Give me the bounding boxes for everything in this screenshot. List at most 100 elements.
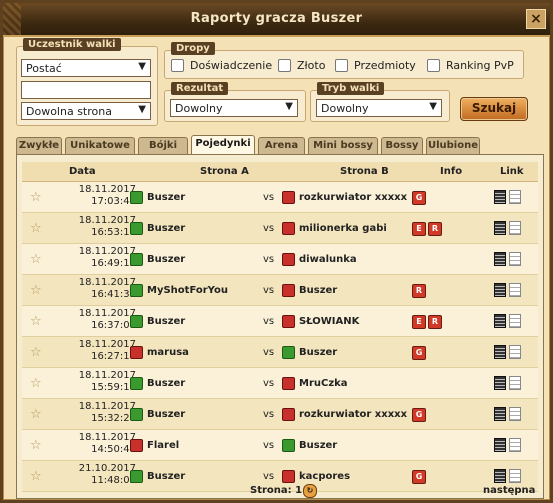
report-document-icon[interactable] (509, 407, 521, 421)
drop-gold-checkbox[interactable]: Złoto (278, 59, 325, 72)
tab-unique[interactable]: Unikatowe (65, 137, 135, 154)
checkbox-box (427, 59, 440, 72)
favorite-star-icon[interactable]: ☆ (30, 221, 42, 236)
report-document-icon[interactable] (509, 190, 521, 204)
next-page-link[interactable]: następna (483, 485, 535, 496)
side-b-cell[interactable]: rozkurwiator xxxxx (282, 408, 407, 421)
table-row: ☆ 18.11.2017 16:53:16 Buszer vs milionerka ga… (22, 213, 538, 244)
participant-type-select[interactable]: Postać ▼ (21, 59, 151, 77)
tab-brawls[interactable]: Bójki (138, 137, 188, 154)
side-b-cell[interactable]: SŁOWIANK (282, 315, 359, 328)
drops-legend: Dropy (171, 42, 215, 55)
tab-bosses[interactable]: Bossy (381, 137, 423, 154)
vs-label: vs (263, 471, 275, 482)
drop-badge: G (412, 191, 426, 205)
participant-legend: Uczestnik walki (23, 38, 121, 51)
side-b-cell[interactable]: kacpores (282, 470, 350, 483)
character-icon (282, 408, 295, 421)
checkbox-box (171, 59, 184, 72)
info-cell: ER (412, 222, 444, 236)
favorite-star-icon[interactable]: ☆ (30, 252, 42, 267)
side-a-cell[interactable]: Buszer (130, 377, 185, 390)
report-document-icon[interactable] (509, 283, 521, 297)
side-b-cell[interactable]: diwalunka (282, 253, 357, 266)
refresh-icon[interactable]: ↻ (303, 484, 317, 498)
side-b-cell[interactable]: milionerka gabi (282, 222, 387, 235)
film-replay-icon[interactable] (494, 283, 506, 297)
report-document-icon[interactable] (509, 314, 521, 328)
participant-side-select[interactable]: Dowolna strona ▼ (21, 102, 151, 120)
report-document-icon[interactable] (509, 469, 521, 483)
film-replay-icon[interactable] (494, 221, 506, 235)
header-side-b: Strona B (340, 166, 389, 177)
side-a-cell[interactable]: Buszer (130, 408, 185, 421)
side-a-cell[interactable]: Buszer (130, 191, 185, 204)
side-a-cell[interactable]: MyShotForYou (130, 284, 228, 297)
search-button[interactable]: Szukaj (460, 97, 528, 121)
film-replay-icon[interactable] (494, 190, 506, 204)
report-document-icon[interactable] (509, 345, 521, 359)
tab-duels[interactable]: Pojedynki (191, 135, 255, 155)
favorite-star-icon[interactable]: ☆ (30, 469, 42, 484)
tab-arena[interactable]: Arena (258, 137, 305, 154)
side-a-cell[interactable]: Buszer (130, 470, 185, 483)
checkbox-box (278, 59, 291, 72)
film-replay-icon[interactable] (494, 407, 506, 421)
drop-ranking-label: Ranking PvP (446, 59, 514, 72)
drop-ranking-checkbox[interactable]: Ranking PvP (427, 59, 514, 72)
side-b-cell[interactable]: Buszer (282, 284, 337, 297)
info-cell: ER (412, 315, 444, 329)
report-document-icon[interactable] (509, 438, 521, 452)
drop-badge: G (412, 408, 426, 422)
favorite-star-icon[interactable]: ☆ (30, 190, 42, 205)
report-document-icon[interactable] (509, 221, 521, 235)
side-a-cell[interactable]: marusa (130, 346, 189, 359)
report-document-icon[interactable] (509, 376, 521, 390)
side-a-cell[interactable]: Buszer (130, 222, 185, 235)
vs-label: vs (263, 192, 275, 203)
table-row: ☆ 18.11.2017 14:50:44 Flarel vs Buszer (22, 430, 538, 461)
favorite-star-icon[interactable]: ☆ (30, 376, 42, 391)
character-icon (130, 222, 143, 235)
tab-mini-bosses[interactable]: Mini bossy (308, 137, 378, 154)
film-replay-icon[interactable] (494, 469, 506, 483)
film-replay-icon[interactable] (494, 314, 506, 328)
date-cell: 21.10.2017 11:48:02 (46, 463, 136, 487)
side-a-cell[interactable]: Flarel (130, 439, 179, 452)
side-b-cell[interactable]: Buszer (282, 346, 337, 359)
date-cell: 18.11.2017 15:32:28 (46, 401, 136, 425)
side-b-name: Buszer (299, 347, 338, 358)
side-a-name: marusa (147, 347, 189, 358)
date-value: 18.11.2017 (78, 246, 136, 257)
film-replay-icon[interactable] (494, 252, 506, 266)
film-replay-icon[interactable] (494, 438, 506, 452)
time-value: 15:59:16 (91, 382, 136, 393)
character-icon (282, 346, 295, 359)
favorite-star-icon[interactable]: ☆ (30, 438, 42, 453)
tab-favorites[interactable]: Ulubione (426, 137, 480, 154)
favorite-star-icon[interactable]: ☆ (30, 345, 42, 360)
result-select[interactable]: Dowolny ▼ (170, 99, 298, 117)
time-value: 16:53:16 (91, 227, 136, 238)
favorite-star-icon[interactable]: ☆ (30, 283, 42, 298)
close-button[interactable]: × (526, 9, 546, 29)
favorite-star-icon[interactable]: ☆ (30, 314, 42, 329)
side-b-cell[interactable]: rozkurwiator xxxxx (282, 191, 407, 204)
drop-experience-checkbox[interactable]: Doświadczenie (171, 59, 272, 72)
report-document-icon[interactable] (509, 252, 521, 266)
favorite-star-icon[interactable]: ☆ (30, 407, 42, 422)
tab-normal[interactable]: Zwykłe (16, 137, 62, 154)
side-a-cell[interactable]: Buszer (130, 315, 185, 328)
film-replay-icon[interactable] (494, 345, 506, 359)
side-b-cell[interactable]: Buszer (282, 439, 337, 452)
drop-items-checkbox[interactable]: Przedmioty (335, 59, 416, 72)
side-a-name: Flarel (147, 440, 180, 451)
mode-select[interactable]: Dowolny ▼ (316, 99, 442, 117)
character-icon (282, 315, 295, 328)
titlebar[interactable]: Raporty gracza Buszer × (3, 3, 550, 37)
side-a-cell[interactable]: Buszer (130, 253, 185, 266)
header-link: Link (500, 166, 524, 177)
film-replay-icon[interactable] (494, 376, 506, 390)
side-b-cell[interactable]: MruCzka (282, 377, 348, 390)
participant-name-input[interactable] (21, 81, 151, 99)
